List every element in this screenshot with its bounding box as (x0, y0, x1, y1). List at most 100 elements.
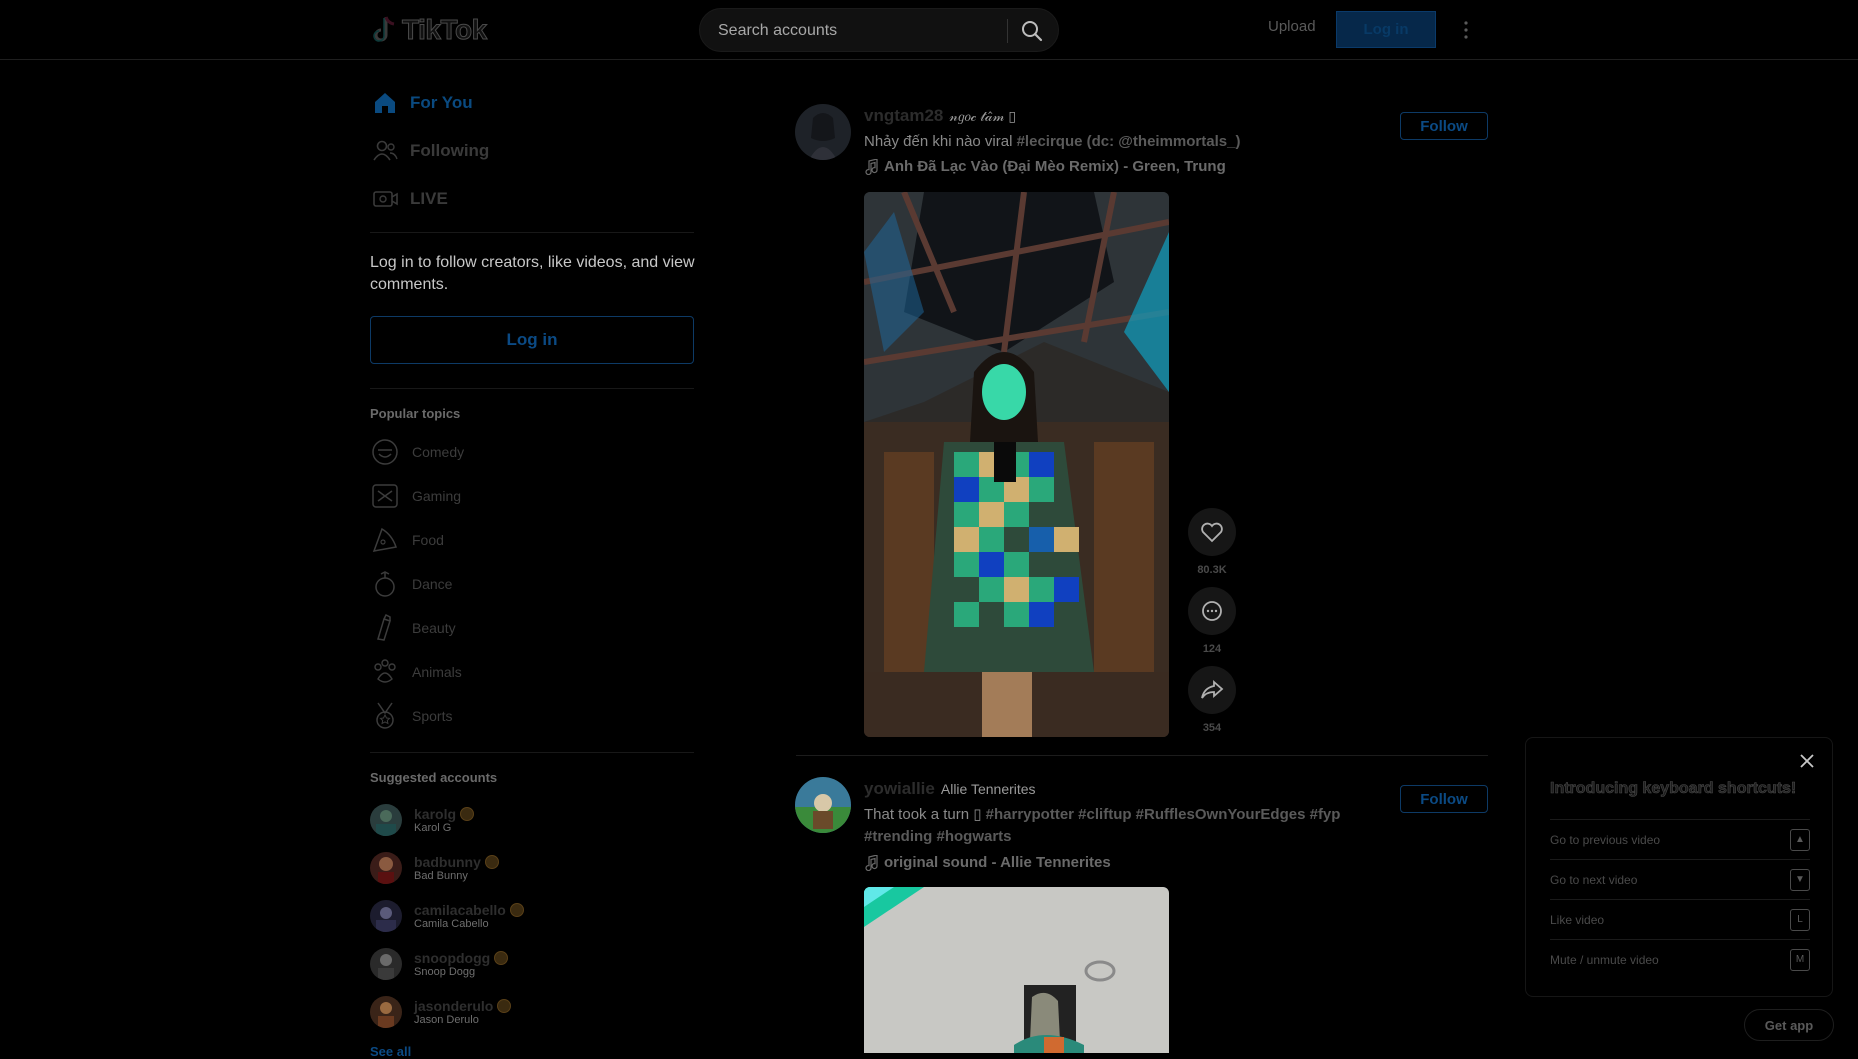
post-author[interactable]: vngtam28 𝓃𝑔𝑜𝒸 𝓉𝒶̂𝓂 ▯ (864, 106, 1016, 126)
post-music-title: Anh Đã Lạc Vào (Đại Mèo Remix) - Green, … (884, 158, 1226, 175)
post-music-title: original sound - Allie Tennerites (884, 854, 1111, 871)
like-count: 80.3K (1197, 564, 1227, 576)
topic-animals[interactable]: Animals (370, 656, 462, 688)
account-display-name: Snoop Dogg (414, 966, 476, 978)
header-login-button[interactable]: Log in (1336, 11, 1436, 48)
topic-label: Sports (412, 708, 453, 724)
topic-dance[interactable]: Dance (370, 568, 452, 600)
post-username: vngtam28 (864, 106, 944, 125)
post-video[interactable] (864, 192, 1169, 737)
account-display-name: Karol G (414, 822, 452, 834)
nav-live[interactable]: LIVE (372, 183, 448, 215)
share-count: 354 (1202, 722, 1222, 734)
post-description: Nhảy đến khi nào viral #lecirque (dc: @t… (864, 131, 1464, 153)
shortcut-key: M (1790, 948, 1810, 971)
avatar (370, 948, 402, 980)
topic-sports[interactable]: Sports (370, 700, 452, 732)
more-vertical-icon (1464, 21, 1468, 39)
logo-text: TikTok (402, 14, 488, 46)
shortcut-row: Mute / unmute video M (1550, 939, 1810, 979)
post-description-text: Nhảy đến khi nào viral (864, 133, 1017, 150)
account-display-name: Jason Derulo (414, 1014, 479, 1026)
sidebar-divider (370, 388, 694, 389)
topic-label: Animals (412, 664, 462, 680)
avatar (370, 804, 402, 836)
search-icon (1022, 21, 1043, 42)
keyboard-shortcuts-panel: Introducing keyboard shortcuts! Go to pr… (1525, 737, 1833, 997)
suggested-account[interactable]: karolg Karol G (370, 800, 475, 840)
post-video[interactable] (864, 887, 1169, 1053)
suggested-accounts-title: Suggested accounts (370, 770, 498, 785)
upload-link[interactable]: Upload (1268, 18, 1316, 35)
sidebar-divider (370, 232, 694, 233)
follow-button[interactable]: Follow (1400, 112, 1488, 140)
tiktok-logo[interactable]: TikTok (372, 12, 488, 48)
animals-icon (374, 659, 396, 683)
comedy-icon (372, 439, 398, 465)
post-author-avatar[interactable] (795, 104, 851, 160)
topic-beauty[interactable]: Beauty (370, 612, 456, 644)
nav-label: For You (410, 93, 473, 112)
shortcut-key: L (1790, 908, 1810, 931)
account-username: camilacabello (414, 902, 506, 918)
post-author[interactable]: yowiallie Allie Tennerites (864, 779, 1036, 799)
people-icon (373, 140, 398, 161)
topic-comedy[interactable]: Comedy (370, 436, 464, 468)
food-icon (372, 527, 397, 552)
topic-label: Dance (412, 576, 453, 592)
live-icon (373, 191, 398, 207)
verified-badge-icon (509, 903, 524, 917)
sidebar-login-button[interactable]: Log in (370, 316, 694, 364)
post-divider (796, 755, 1488, 756)
topic-label: Beauty (412, 620, 456, 636)
post-description: That took a turn ▯ #harrypotter #cliftup… (864, 804, 1384, 848)
post-display-name: Allie Tennerites (940, 781, 1036, 797)
close-button[interactable] (1798, 752, 1816, 770)
post-music[interactable]: Anh Đã Lạc Vào (Đại Mèo Remix) - Green, … (864, 158, 1226, 175)
follow-button[interactable]: Follow (1400, 785, 1488, 813)
avatar (370, 852, 402, 884)
suggested-account[interactable]: badbunny Bad Bunny (370, 848, 499, 888)
verified-badge-icon (460, 807, 475, 821)
search-input[interactable] (716, 9, 1000, 53)
post-author-avatar[interactable] (795, 777, 851, 833)
comment-icon (1202, 601, 1222, 621)
sports-icon (376, 702, 394, 729)
topic-food[interactable]: Food (370, 524, 444, 556)
shortcut-label: Go to next video (1550, 872, 1638, 887)
nav-for-you[interactable]: For You (372, 87, 473, 119)
topic-label: Food (412, 532, 444, 548)
avatar (370, 996, 402, 1028)
shortcut-label: Go to previous video (1550, 832, 1661, 847)
tiktok-note-icon (373, 16, 395, 42)
search-divider (1007, 19, 1008, 43)
get-app-button[interactable]: Get app (1744, 1009, 1834, 1041)
suggested-account[interactable]: snoopdogg Snoop Dogg (370, 944, 509, 984)
shortcut-row: Go to next video ▼ (1550, 859, 1810, 899)
search-button[interactable] (1014, 13, 1050, 49)
home-icon (375, 93, 395, 113)
like-button[interactable] (1188, 508, 1236, 556)
search-bar (699, 8, 1059, 53)
shortcut-row: Like video L (1550, 899, 1810, 939)
post-username: yowiallie (864, 779, 935, 798)
suggested-account[interactable]: jasonderulo Jason Derulo (370, 992, 512, 1032)
more-menu-button[interactable] (1456, 14, 1476, 46)
heart-icon (1201, 522, 1223, 543)
topic-gaming[interactable]: Gaming (370, 480, 461, 512)
comment-count: 124 (1202, 643, 1222, 655)
topic-label: Gaming (412, 488, 462, 504)
share-button[interactable] (1188, 666, 1236, 714)
comment-button[interactable] (1188, 587, 1236, 635)
post-hashtags[interactable]: #lecirque (dc: @theimmortals_) (1017, 133, 1241, 150)
post-music[interactable]: original sound - Allie Tennerites (864, 854, 1111, 871)
top-header: TikTok Upload Log in (0, 0, 1858, 60)
suggested-account[interactable]: camilacabello Camila Cabello (370, 896, 524, 936)
topic-label: Comedy (412, 444, 465, 460)
login-prompt-text: Log in to follow creators, like videos, … (370, 254, 695, 293)
avatar (370, 900, 402, 932)
verified-badge-icon (484, 855, 499, 869)
sidebar-divider (370, 752, 694, 753)
nav-following[interactable]: Following (372, 135, 489, 167)
see-all-link[interactable]: See all (370, 1044, 411, 1059)
